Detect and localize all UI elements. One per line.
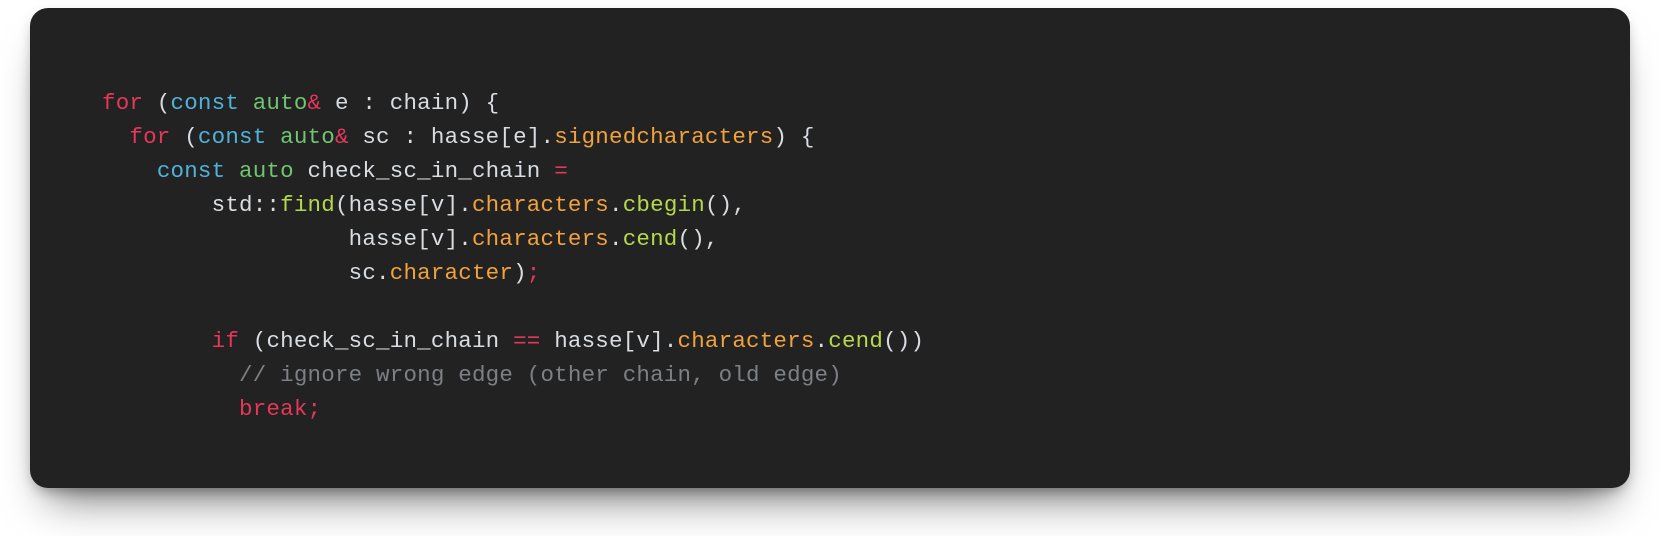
code-block[interactable]: for (const auto& e : chain) { for (const… [30,8,1630,466]
operator-eqeq: == [513,328,540,354]
punct: ( [171,124,198,150]
operator-assign: = [554,158,568,184]
punct: . [609,192,623,218]
identifier-sc: sc [362,124,389,150]
space [239,90,253,116]
punct: ( [143,90,170,116]
punct: :: [253,192,280,218]
identifier-e: e [335,90,349,116]
keyword-for: for [102,90,143,116]
member-characters: characters [472,192,609,218]
punct-semi: ; [527,260,541,286]
comment: // ignore wrong edge (other chain, old e… [239,362,842,388]
space [225,158,239,184]
indent [102,396,239,422]
fn-cbegin: cbegin [623,192,705,218]
identifier-v: v [636,328,650,354]
identifier-chain: chain [390,90,459,116]
fn-cend: cend [828,328,883,354]
punct-semi: ; [308,396,322,422]
punct: ]. [527,124,554,150]
space [540,158,554,184]
identifier-hasse: hasse [349,192,418,218]
indent [102,260,349,286]
punct: ]. [650,328,677,354]
identifier-hasse: hasse [431,124,500,150]
punct: [ [417,192,431,218]
punct: ( [335,192,349,218]
operator-amp: & [335,124,349,150]
punct: ]. [445,192,472,218]
space [349,124,363,150]
identifier-check: check_sc_in_chain [266,328,499,354]
member-characters: characters [678,328,815,354]
keyword-for: for [129,124,170,150]
space [266,124,280,150]
identifier-check: check_sc_in_chain [308,158,541,184]
keyword-break: break [239,396,308,422]
punct: [ [623,328,637,354]
fn-find: find [280,192,335,218]
indent [102,124,129,150]
space [540,328,554,354]
indent [102,192,212,218]
member-signedcharacters: signedcharacters [554,124,773,150]
keyword-const: const [171,90,240,116]
punct: . [609,226,623,252]
punct: (), [705,192,746,218]
member-characters: characters [472,226,609,252]
identifier-e: e [513,124,527,150]
punct: ()) [883,328,924,354]
punct: (), [678,226,719,252]
punct: [ [499,124,513,150]
punct: : [390,124,431,150]
keyword-auto: auto [253,90,308,116]
identifier-sc: sc [349,260,376,286]
keyword-auto: auto [239,158,294,184]
space [294,158,308,184]
indent [102,158,157,184]
keyword-const: const [198,124,267,150]
stage: for (const auto& e : chain) { for (const… [0,0,1660,536]
identifier-hasse: hasse [349,226,418,252]
indent [102,226,349,252]
indent [102,362,239,388]
punct: ) [513,260,527,286]
operator-amp: & [308,90,322,116]
punct: ) { [458,90,499,116]
space [499,328,513,354]
indent [102,328,212,354]
punct: ) { [773,124,814,150]
fn-cend: cend [623,226,678,252]
keyword-auto: auto [280,124,335,150]
punct: ( [239,328,266,354]
space [321,90,335,116]
punct: : [349,90,390,116]
punct: [ [417,226,431,252]
keyword-const: const [157,158,226,184]
identifier-v: v [431,226,445,252]
code-snippet-card: for (const auto& e : chain) { for (const… [30,8,1630,488]
punct: . [376,260,390,286]
punct: . [815,328,829,354]
member-character: character [390,260,513,286]
keyword-if: if [212,328,239,354]
identifier-std: std [212,192,253,218]
punct: ]. [445,226,472,252]
identifier-hasse: hasse [554,328,623,354]
identifier-v: v [431,192,445,218]
